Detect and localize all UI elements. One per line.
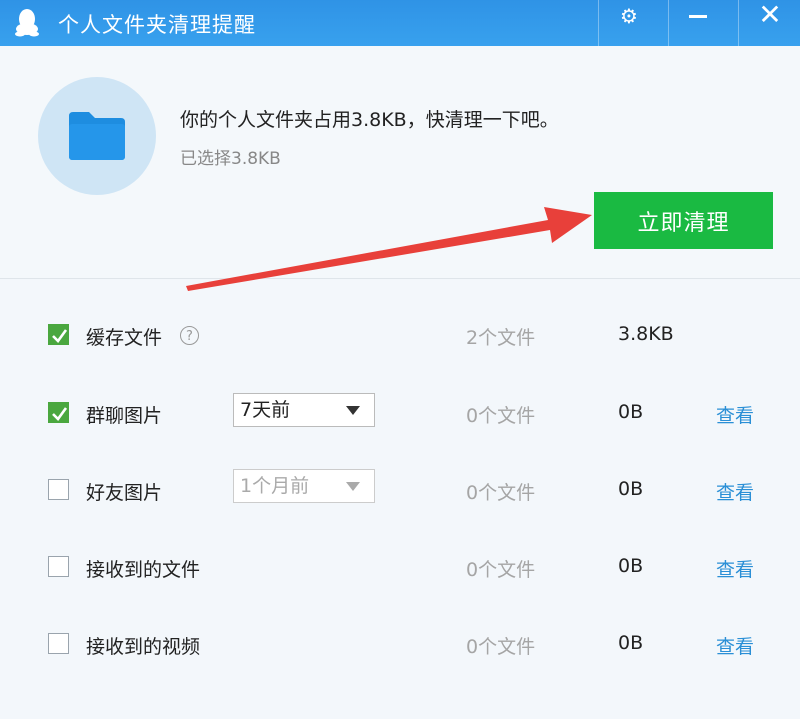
file-count: 0个文件 bbox=[466, 405, 536, 427]
view-link[interactable]: 查看 bbox=[716, 632, 754, 659]
file-count: 0个文件 bbox=[466, 636, 536, 658]
divider bbox=[0, 278, 800, 279]
time-range-select[interactable]: 1个月前 bbox=[233, 469, 375, 503]
title-bar: 个人文件夹清理提醒 ⚙ ✕ bbox=[0, 0, 800, 46]
list-item: 群聊图片 7天前 0个文件 0B 查看 bbox=[0, 392, 800, 432]
view-link[interactable]: 查看 bbox=[716, 478, 754, 505]
chevron-down-icon bbox=[346, 406, 360, 415]
chevron-down-icon bbox=[346, 482, 360, 491]
clean-now-button[interactable]: 立即清理 bbox=[594, 192, 773, 249]
list-item: 接收到的视频 0个文件 0B 查看 bbox=[0, 623, 800, 663]
row-label: 缓存文件 bbox=[86, 327, 163, 349]
time-range-select[interactable]: 7天前 bbox=[233, 393, 375, 427]
file-size: 0B bbox=[618, 555, 644, 577]
checkbox-friend-images[interactable] bbox=[48, 479, 69, 500]
file-count: 2个文件 bbox=[466, 327, 536, 349]
checkbox-cache-files[interactable] bbox=[48, 324, 69, 345]
file-size: 0B bbox=[618, 632, 644, 654]
folder-badge bbox=[38, 77, 156, 195]
file-count: 0个文件 bbox=[466, 559, 536, 581]
file-size: 3.8KB bbox=[618, 323, 674, 345]
select-value: 1个月前 bbox=[240, 475, 310, 497]
minimize-icon[interactable] bbox=[675, 0, 721, 34]
file-size: 0B bbox=[618, 401, 644, 423]
checkbox-group-images[interactable] bbox=[48, 402, 69, 423]
row-label: 好友图片 bbox=[86, 482, 163, 504]
titlebar-separator bbox=[668, 0, 669, 46]
close-icon[interactable]: ✕ bbox=[747, 0, 793, 34]
file-size: 0B bbox=[618, 478, 644, 500]
checkbox-received-files[interactable] bbox=[48, 556, 69, 577]
row-label: 接收到的视频 bbox=[86, 636, 201, 658]
select-value: 7天前 bbox=[240, 399, 291, 421]
folder-icon bbox=[69, 112, 125, 160]
titlebar-separator bbox=[598, 0, 599, 46]
view-link[interactable]: 查看 bbox=[716, 401, 754, 428]
window-title: 个人文件夹清理提醒 bbox=[58, 13, 256, 37]
file-count: 0个文件 bbox=[466, 482, 536, 504]
list-item: 接收到的文件 0个文件 0B 查看 bbox=[0, 546, 800, 586]
usage-message: 你的个人文件夹占用3.8KB，快清理一下吧。 bbox=[180, 109, 559, 131]
view-link[interactable]: 查看 bbox=[716, 555, 754, 582]
help-icon[interactable]: ? bbox=[180, 326, 199, 345]
titlebar-separator bbox=[738, 0, 739, 46]
check-icon bbox=[52, 407, 68, 421]
row-label: 群聊图片 bbox=[86, 405, 163, 427]
qq-penguin-icon bbox=[15, 9, 39, 37]
list-item: 好友图片 1个月前 0个文件 0B 查看 bbox=[0, 469, 800, 509]
row-label: 接收到的文件 bbox=[86, 559, 201, 581]
check-icon bbox=[52, 329, 68, 343]
gear-icon[interactable]: ⚙ bbox=[606, 0, 652, 34]
list-item: 缓存文件 ? 2个文件 3.8KB bbox=[0, 315, 800, 355]
checkbox-received-videos[interactable] bbox=[48, 633, 69, 654]
selected-size: 已选择3.8KB bbox=[180, 149, 281, 169]
